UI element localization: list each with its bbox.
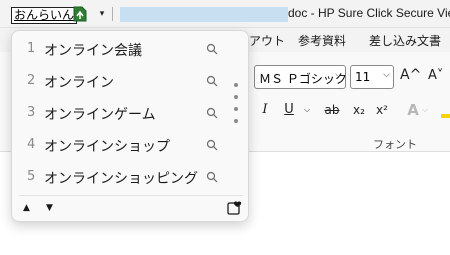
- ime-candidate-window: 1 オンライン会議 2 オンライン 3 オンラインゲーム 4 オンラインショップ…: [11, 30, 249, 222]
- tab-layout[interactable]: アウト: [249, 32, 285, 49]
- previous-page-icon[interactable]: ▲: [23, 203, 30, 213]
- search-icon[interactable]: [206, 43, 218, 55]
- italic-button[interactable]: I: [258, 100, 272, 120]
- window-title: doc - HP Sure Click Secure View: [288, 6, 450, 20]
- candidate-item[interactable]: 3 オンラインゲーム: [12, 97, 224, 129]
- candidate-item[interactable]: 1 オンライン会議: [12, 33, 224, 65]
- subscript-button[interactable]: x₂: [351, 100, 367, 120]
- candidate-number: 4: [27, 137, 36, 152]
- grow-font-button[interactable]: A^: [400, 67, 421, 83]
- toolbar-divider: [112, 7, 113, 21]
- underline-button[interactable]: U: [282, 100, 296, 120]
- ime-composition-text[interactable]: おんらいん: [11, 7, 78, 24]
- superscript-button[interactable]: x²: [374, 100, 390, 120]
- font-group-label: フォント: [373, 138, 417, 151]
- text-effects-dropdown-icon[interactable]: ⌵: [421, 100, 429, 120]
- candidate-number: 3: [27, 105, 36, 120]
- word-window: おんらいん ▾ doc - HP Sure Click Secure View …: [0, 0, 450, 255]
- candidate-number: 2: [27, 73, 36, 88]
- candidate-item[interactable]: 5 オンラインショッピング: [12, 161, 224, 193]
- candidate-text: オンラインショップ: [44, 139, 170, 155]
- strikethrough-button[interactable]: ab: [323, 100, 341, 120]
- ime-divider: [19, 195, 243, 196]
- candidate-item[interactable]: 4 オンラインショップ: [12, 129, 224, 161]
- highlight-color-swatch[interactable]: [441, 114, 450, 118]
- chevron-down-icon: ⌵: [335, 70, 342, 80]
- page-dot: [234, 95, 238, 99]
- page-dot: [234, 107, 238, 111]
- text-effects-button[interactable]: A: [405, 100, 421, 120]
- page-dot: [234, 83, 238, 87]
- tab-references[interactable]: 参考資料: [298, 32, 346, 49]
- candidate-text: オンラインショッピング: [44, 171, 198, 187]
- title-bar: おんらいん ▾ doc - HP Sure Click Secure View: [0, 0, 450, 28]
- search-icon[interactable]: [206, 171, 218, 183]
- font-name-select[interactable]: ＭＳ Ｐゴシック ⌵: [254, 65, 347, 89]
- document-arrow-icon[interactable]: [73, 6, 87, 22]
- candidate-page-indicator: [233, 83, 239, 135]
- candidate-number: 5: [27, 169, 36, 184]
- font-name-value: ＭＳ Ｐゴシック: [259, 72, 347, 86]
- candidate-text: オンライン: [44, 75, 114, 91]
- quick-access-dropdown-icon[interactable]: ▾: [97, 8, 107, 20]
- chevron-down-icon: ⌵: [383, 70, 390, 80]
- next-page-icon[interactable]: ▼: [46, 203, 53, 213]
- dictionary-icon[interactable]: [227, 201, 242, 215]
- shrink-font-button[interactable]: A˅: [428, 68, 443, 83]
- underline-dropdown-icon[interactable]: ⌵: [302, 100, 312, 120]
- search-icon[interactable]: [206, 139, 218, 151]
- search-icon[interactable]: [206, 107, 218, 119]
- page-dot: [234, 119, 238, 123]
- font-size-value: 11: [355, 70, 371, 84]
- font-size-select[interactable]: 11 ⌵: [350, 65, 394, 89]
- search-icon[interactable]: [206, 75, 218, 87]
- candidate-text: オンラインゲーム: [44, 107, 156, 123]
- candidate-number: 1: [27, 41, 36, 56]
- candidate-item[interactable]: 2 オンライン: [12, 65, 224, 97]
- filename-highlight: [120, 7, 288, 22]
- tab-mailings[interactable]: 差し込み文書: [369, 32, 441, 49]
- candidate-text: オンライン会議: [44, 43, 142, 59]
